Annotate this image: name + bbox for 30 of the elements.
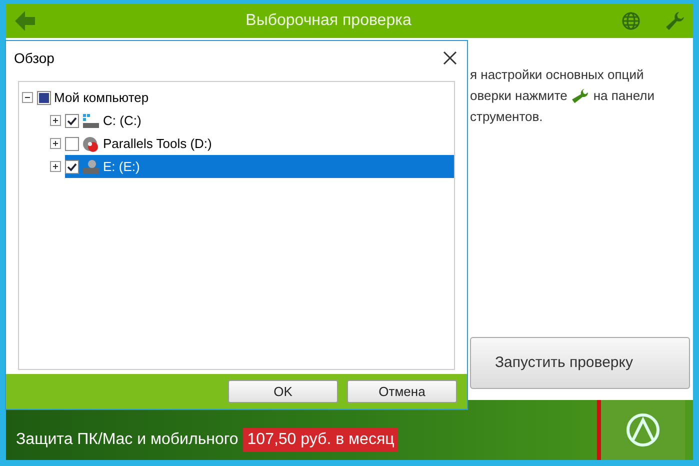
collapse-toggle[interactable] (22, 92, 33, 103)
checkbox[interactable] (65, 160, 79, 174)
tree-item[interactable]: Parallels Tools (D:) (65, 132, 220, 155)
checkbox[interactable] (65, 136, 79, 150)
dialog-title: Обзор (14, 48, 54, 68)
close-icon[interactable] (443, 51, 457, 65)
info-text: оверки нажмите (470, 87, 568, 105)
info-text: струментов. (470, 108, 543, 126)
window-title: Выборочная проверка (244, 11, 412, 31)
network-drive-icon (82, 158, 100, 174)
wrench-icon[interactable] (665, 11, 685, 31)
info-text: я настройки основных опций (470, 66, 644, 84)
ok-button[interactable]: OK (228, 380, 338, 403)
drive-icon (82, 112, 100, 128)
checkbox[interactable] (37, 90, 51, 104)
start-scan-button[interactable]: Запустить проверку (470, 337, 690, 389)
disc-icon (82, 136, 100, 152)
expand-toggle[interactable] (50, 161, 61, 172)
expand-toggle[interactable] (50, 138, 61, 149)
tree-item[interactable]: C: (C:) (65, 109, 150, 132)
cancel-button[interactable]: Отмена (347, 380, 457, 403)
price-label: 107,50 руб. в месяц (243, 428, 398, 452)
expand-toggle[interactable] (50, 115, 61, 126)
tree-item[interactable]: E: (E:) (65, 155, 454, 178)
banner-text: Защита ПК/Mac и мобильного (16, 430, 238, 450)
globe-icon[interactable] (621, 11, 641, 31)
wrench-icon (571, 88, 590, 104)
info-text: на панели (593, 87, 654, 105)
checkbox[interactable] (65, 114, 79, 128)
tree-item[interactable]: Мой компьютер (37, 86, 157, 109)
